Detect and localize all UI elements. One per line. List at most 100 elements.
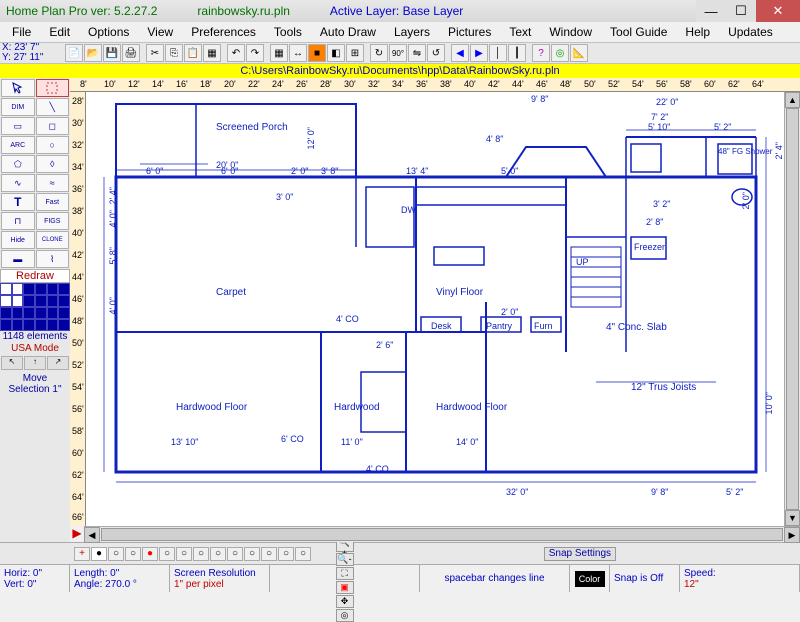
select-box-tool[interactable]: [36, 79, 70, 97]
close-button[interactable]: ✕: [756, 0, 800, 22]
horizontal-scrollbar[interactable]: ◀ ▶: [84, 526, 800, 542]
tb-paste-icon[interactable]: 📋: [184, 44, 202, 62]
tb-calc-icon[interactable]: ▦: [203, 44, 221, 62]
select-tool[interactable]: [1, 79, 35, 97]
layer-dot[interactable]: ○: [108, 547, 124, 561]
tb-new-icon[interactable]: 📄: [65, 44, 83, 62]
menu-toolguide[interactable]: Tool Guide: [602, 23, 675, 41]
tb-color-icon[interactable]: ■: [308, 44, 326, 62]
hide-tool[interactable]: Hide: [1, 231, 35, 249]
drawing-canvas[interactable]: Screened Porch Carpet Hardwood Floor Har…: [86, 92, 784, 526]
tb-90-icon[interactable]: 90°: [389, 44, 407, 62]
layer-dot[interactable]: ○: [125, 547, 141, 561]
layer-dot[interactable]: ○: [261, 547, 277, 561]
rect2-tool[interactable]: ◻: [36, 117, 70, 135]
layer-dot[interactable]: ●: [142, 547, 158, 561]
menu-pictures[interactable]: Pictures: [440, 23, 499, 41]
tb-target-icon[interactable]: ◎: [551, 44, 569, 62]
maximize-button[interactable]: ☐: [726, 0, 756, 22]
menu-preferences[interactable]: Preferences: [183, 23, 264, 41]
scroll-left-icon[interactable]: ◀: [84, 527, 100, 543]
menu-autodraw[interactable]: Auto Draw: [312, 23, 384, 41]
wave-tool[interactable]: ≈: [36, 174, 70, 192]
color-button[interactable]: Color: [575, 571, 605, 587]
door-tool[interactable]: ⊓: [1, 212, 35, 230]
paint-tool[interactable]: ▬: [1, 250, 35, 268]
scrollbar-thumb[interactable]: [786, 108, 799, 510]
layer-dot[interactable]: ○: [278, 547, 294, 561]
tb-grid-icon[interactable]: ▦: [270, 44, 288, 62]
layer-dot[interactable]: ○: [227, 547, 243, 561]
rect-tool[interactable]: ▭: [1, 117, 35, 135]
color-palette[interactable]: [0, 283, 70, 331]
tb-arrow-r-icon[interactable]: ▶: [470, 44, 488, 62]
curve-tool[interactable]: ∿: [1, 174, 35, 192]
layer-dot[interactable]: ○: [244, 547, 260, 561]
layer-dot[interactable]: ○: [193, 547, 209, 561]
scroll-right-icon[interactable]: ▶: [784, 527, 800, 543]
tb-btn[interactable]: ◧: [327, 44, 345, 62]
dim-tool[interactable]: DIM: [1, 98, 35, 116]
layer-dot[interactable]: ●: [91, 547, 107, 561]
tb-copy-icon[interactable]: ⎘: [165, 44, 183, 62]
zoom-pan-icon[interactable]: ✥: [336, 595, 354, 608]
tb-ruler-icon[interactable]: 📐: [570, 44, 588, 62]
tb-line1-icon[interactable]: │: [489, 44, 507, 62]
poly-tool[interactable]: ⬠: [1, 155, 35, 173]
redraw-button[interactable]: Redraw: [0, 269, 70, 283]
line-tool[interactable]: ╲: [36, 98, 70, 116]
nav-nw[interactable]: ↖: [1, 356, 23, 370]
nav-ne[interactable]: ↗: [47, 356, 69, 370]
zoom-out-icon[interactable]: 🔍-: [336, 553, 354, 566]
menu-help[interactable]: Help: [677, 23, 718, 41]
text-tool[interactable]: T: [1, 193, 35, 211]
tb-undo-icon[interactable]: ↶: [227, 44, 245, 62]
tb-rotate-icon[interactable]: ↻: [370, 44, 388, 62]
tb-rot-icon[interactable]: ↺: [427, 44, 445, 62]
marker-left-icon[interactable]: ▶: [70, 526, 84, 540]
menu-tools[interactable]: Tools: [266, 23, 310, 41]
menu-view[interactable]: View: [139, 23, 181, 41]
spline-tool[interactable]: ⌇: [36, 250, 70, 268]
tb-flip-icon[interactable]: ⇋: [408, 44, 426, 62]
layer-dot[interactable]: ○: [210, 547, 226, 561]
tb-cut-icon[interactable]: ✂: [146, 44, 164, 62]
snap-settings-button[interactable]: Snap Settings: [544, 547, 616, 561]
figs-tool[interactable]: FIGS: [36, 212, 70, 230]
menu-file[interactable]: File: [4, 23, 39, 41]
menu-window[interactable]: Window: [541, 23, 600, 41]
arc-tool[interactable]: ARC: [1, 136, 35, 154]
zoom-sel-icon[interactable]: ▣: [336, 581, 354, 594]
vertical-scrollbar[interactable]: ▲ ▼: [784, 92, 800, 526]
layer-dot[interactable]: ○: [295, 547, 311, 561]
menu-layers[interactable]: Layers: [386, 23, 438, 41]
menu-updates[interactable]: Updates: [720, 23, 781, 41]
tb-arrow-l-icon[interactable]: ◀: [451, 44, 469, 62]
layer-dot[interactable]: ○: [176, 547, 192, 561]
add-layer-button[interactable]: +: [74, 547, 90, 561]
tb-save-icon[interactable]: 💾: [103, 44, 121, 62]
tb-open-icon[interactable]: 📂: [84, 44, 102, 62]
tb-print-icon[interactable]: 🖨: [122, 44, 140, 62]
fast-tool[interactable]: Fast: [36, 193, 70, 211]
circle-tool[interactable]: ○: [36, 136, 70, 154]
tb-btn[interactable]: ⊞: [346, 44, 364, 62]
scroll-up-icon[interactable]: ▲: [785, 92, 800, 108]
menu-text[interactable]: Text: [501, 23, 539, 41]
minimize-button[interactable]: —: [696, 0, 726, 22]
clone-tool[interactable]: CLONE: [36, 231, 70, 249]
menu-options[interactable]: Options: [80, 23, 137, 41]
scrollbar-thumb-h[interactable]: [101, 528, 783, 541]
menu-edit[interactable]: Edit: [41, 23, 78, 41]
zoom-fit-icon[interactable]: ⛶: [336, 567, 354, 580]
layer-dot[interactable]: ○: [159, 547, 175, 561]
tb-help-icon[interactable]: ?: [532, 44, 550, 62]
status-speed-label: Speed:: [684, 568, 795, 579]
zoom-100-icon[interactable]: ◎: [336, 609, 354, 622]
tb-redo-icon[interactable]: ↷: [246, 44, 264, 62]
tb-dim-icon[interactable]: ↔: [289, 44, 307, 62]
nav-n[interactable]: ↑: [24, 356, 46, 370]
tb-line2-icon[interactable]: ┃: [508, 44, 526, 62]
scroll-down-icon[interactable]: ▼: [785, 510, 800, 526]
shape-tool[interactable]: ◊: [36, 155, 70, 173]
